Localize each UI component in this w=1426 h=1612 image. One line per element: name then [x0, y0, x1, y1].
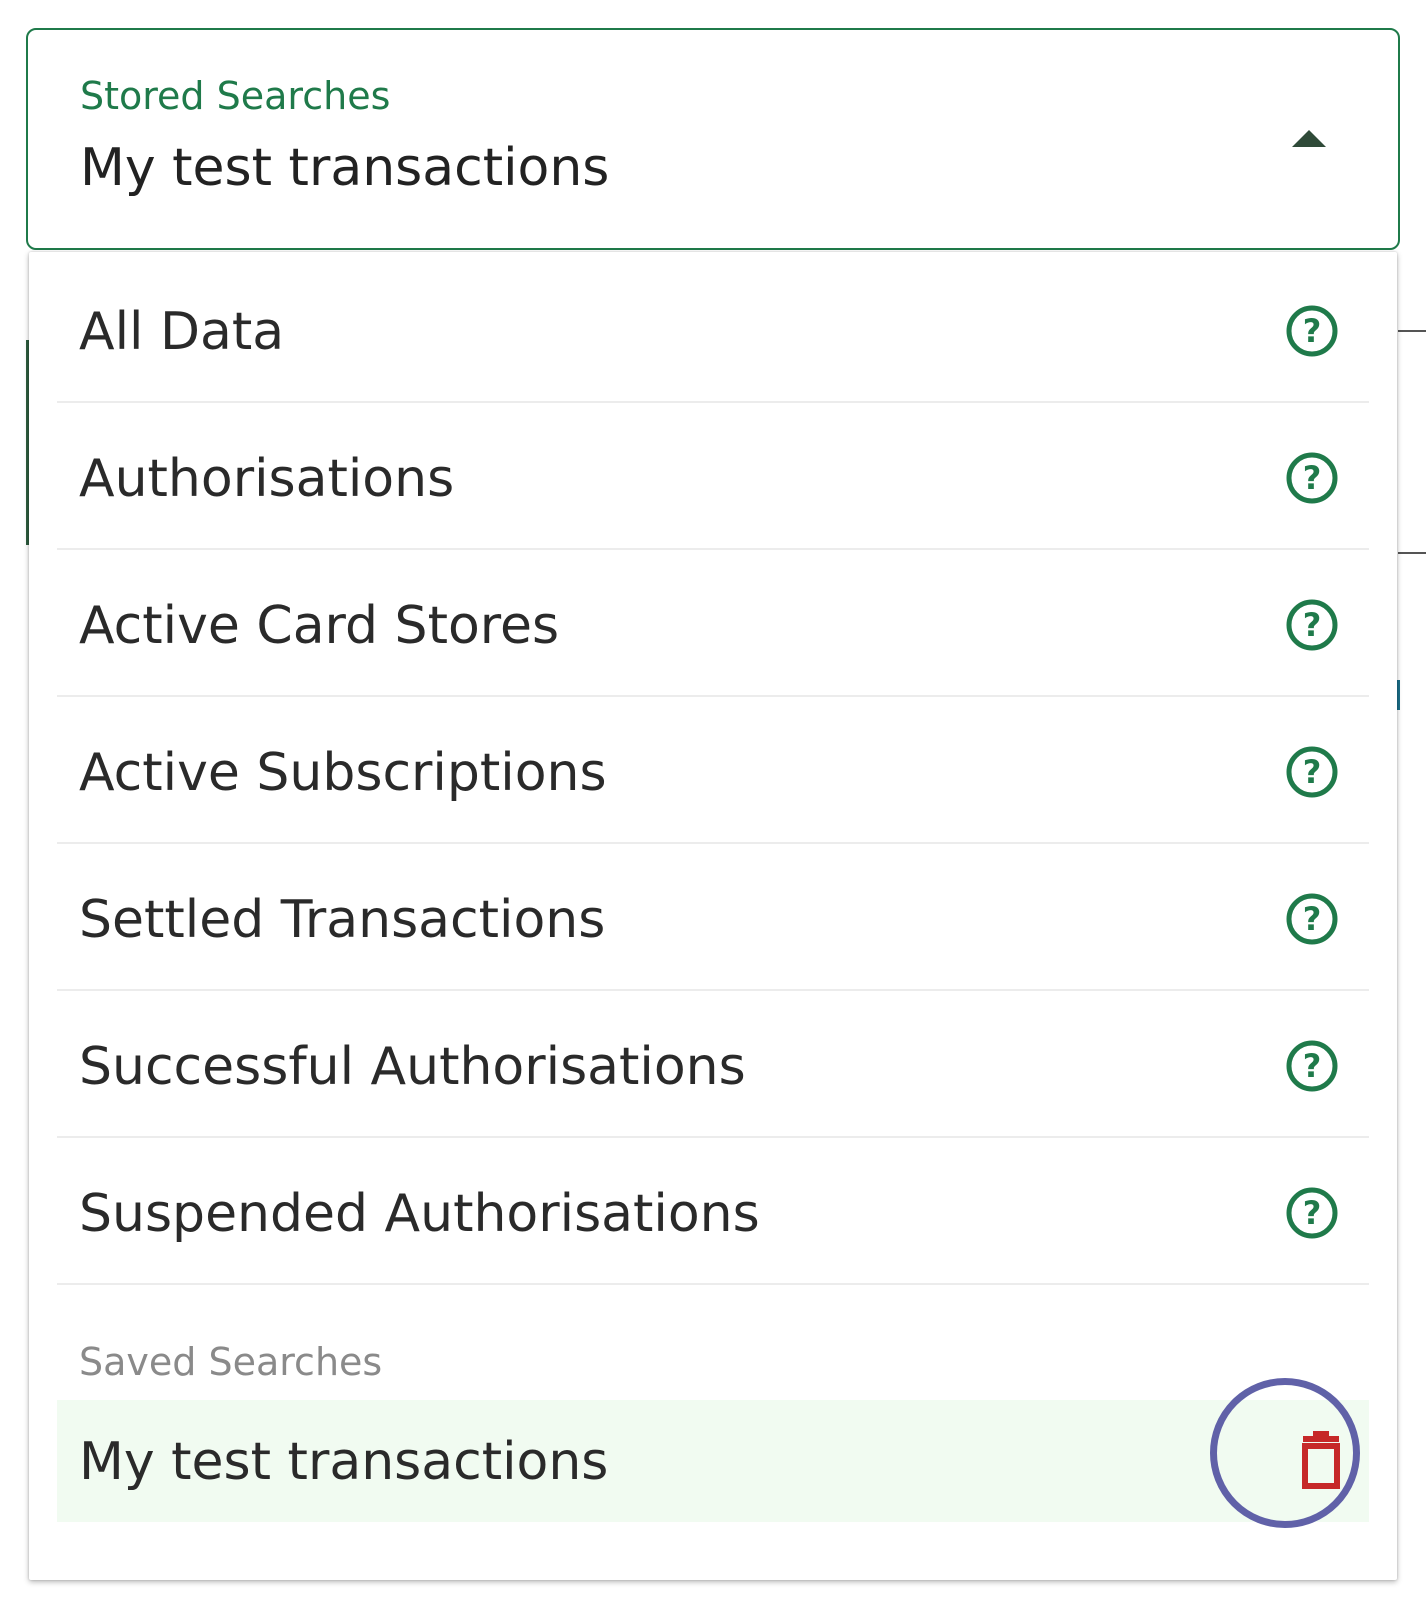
background-divider [1398, 330, 1426, 332]
svg-text:?: ? [1303, 1047, 1322, 1085]
menu-option-active-subscriptions[interactable]: Active Subscriptions ? [57, 693, 1369, 844]
option-label: Settled Transactions [79, 890, 606, 950]
select-label: Stored Searches [80, 74, 391, 118]
option-label: Authorisations [79, 449, 455, 509]
background-divider [1398, 552, 1426, 554]
option-label: Active Subscriptions [79, 743, 607, 803]
help-circle-icon[interactable]: ? [1285, 451, 1339, 505]
svg-text:?: ? [1303, 1194, 1322, 1232]
saved-option-label: My test transactions [79, 1432, 609, 1492]
help-circle-icon[interactable]: ? [1285, 892, 1339, 946]
option-label: All Data [79, 302, 285, 362]
svg-text:?: ? [1303, 900, 1322, 938]
dropdown-menu: All Data ? Authorisations ? Active Card … [29, 252, 1397, 1580]
help-circle-icon[interactable]: ? [1285, 745, 1339, 799]
option-label: Active Card Stores [79, 596, 560, 656]
menu-option-successful-authorisations[interactable]: Successful Authorisations ? [57, 987, 1369, 1138]
stored-searches-select[interactable]: Stored Searches My test transactions [26, 28, 1400, 250]
help-circle-icon[interactable]: ? [1285, 1186, 1339, 1240]
saved-searches-group-header: Saved Searches [79, 1340, 383, 1384]
option-label: Successful Authorisations [79, 1037, 746, 1097]
option-label: Suspended Authorisations [79, 1184, 760, 1244]
menu-option-authorisations[interactable]: Authorisations ? [57, 399, 1369, 550]
menu-option-settled-transactions[interactable]: Settled Transactions ? [57, 840, 1369, 991]
help-circle-icon[interactable]: ? [1285, 1039, 1339, 1093]
trash-icon[interactable] [1291, 1430, 1351, 1492]
svg-text:?: ? [1303, 606, 1322, 644]
svg-text:?: ? [1303, 312, 1322, 350]
page: Stored Searches My test transactions All… [0, 0, 1426, 1612]
svg-text:?: ? [1303, 459, 1322, 497]
svg-text:?: ? [1303, 753, 1322, 791]
menu-option-suspended-authorisations[interactable]: Suspended Authorisations ? [57, 1134, 1369, 1285]
help-circle-icon[interactable]: ? [1285, 598, 1339, 652]
caret-up-icon[interactable] [1292, 130, 1326, 147]
help-circle-icon[interactable]: ? [1285, 304, 1339, 358]
menu-option-all-data[interactable]: All Data ? [57, 252, 1369, 403]
saved-option-my-test-transactions[interactable]: My test transactions [57, 1400, 1369, 1522]
select-value: My test transactions [80, 138, 610, 198]
menu-option-active-card-stores[interactable]: Active Card Stores ? [57, 546, 1369, 697]
